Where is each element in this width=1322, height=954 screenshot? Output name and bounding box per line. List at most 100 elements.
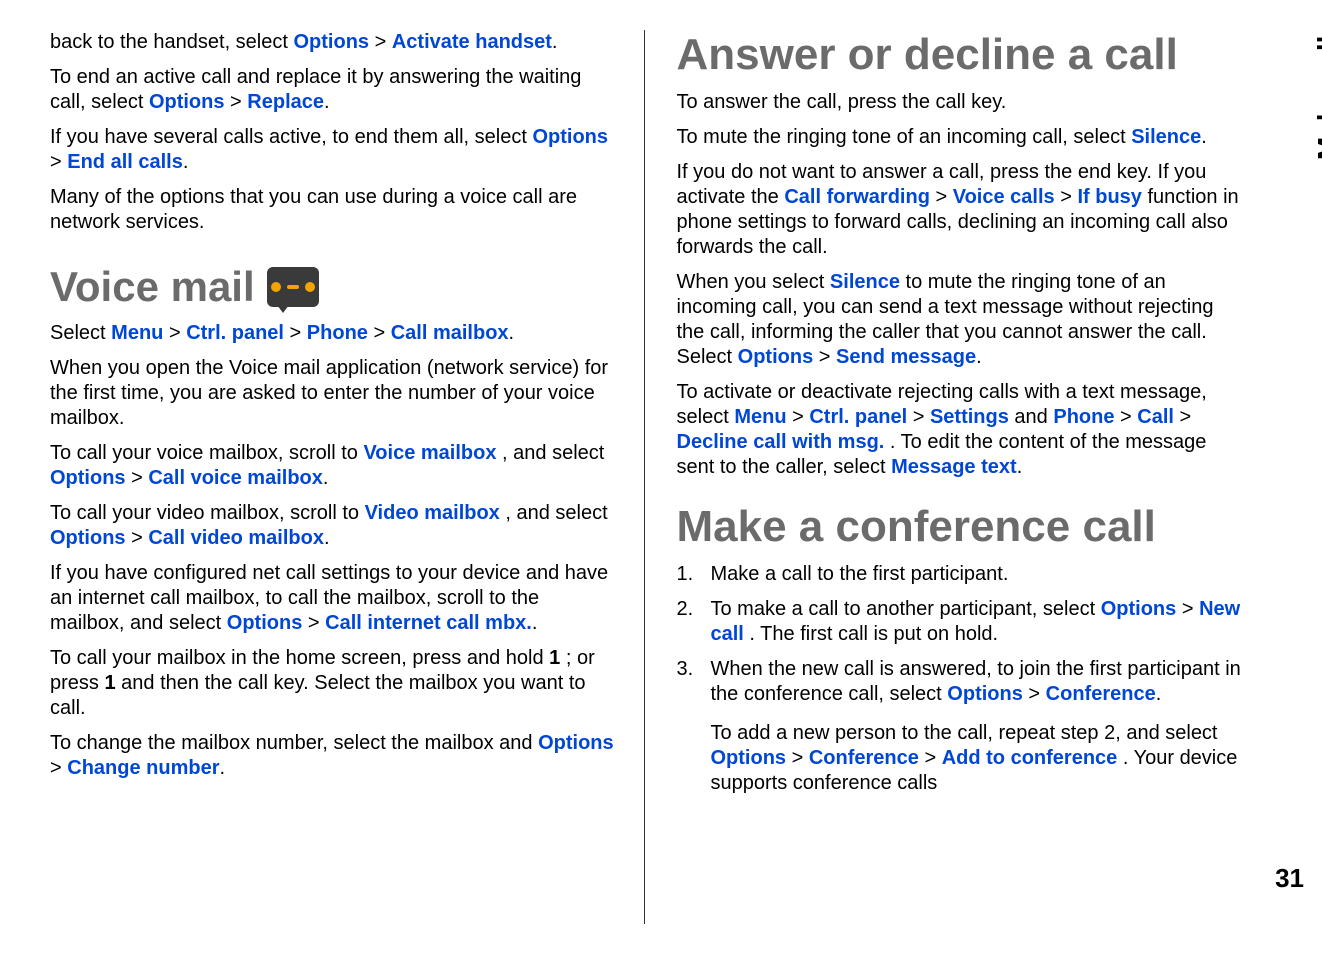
separator: >: [1182, 598, 1199, 620]
menu-path-conference: Conference: [1046, 683, 1156, 705]
menu-path-options: Options: [532, 126, 608, 148]
key-1: 1: [104, 672, 115, 694]
heading-voice-mail: Voice mail: [50, 263, 616, 311]
separator: >: [792, 406, 809, 428]
text: To change the mailbox number, select the…: [50, 732, 538, 754]
separator: >: [290, 322, 307, 344]
separator: >: [819, 346, 836, 368]
separator: >: [1028, 683, 1045, 705]
key-1: 1: [549, 647, 560, 669]
menu-path-voice-mailbox: Voice mailbox: [363, 442, 496, 464]
menu-path-options: Options: [149, 91, 225, 113]
paragraph: To call your mailbox in the home screen,…: [50, 646, 616, 721]
text: To call your video mailbox, scroll to: [50, 502, 365, 524]
right-column: Answer or decline a call To answer the c…: [675, 30, 1283, 924]
paragraph: When you open the Voice mail application…: [50, 356, 616, 431]
menu-path-end-all-calls: End all calls: [67, 151, 183, 173]
paragraph: To activate or deactivate rejecting call…: [677, 380, 1243, 480]
menu-path-conference: Conference: [809, 747, 919, 769]
menu-path-options: Options: [50, 527, 126, 549]
voicemail-icon: [267, 267, 319, 307]
menu-path-decline-call-msg: Decline call with msg.: [677, 431, 885, 453]
text: , and select: [505, 502, 607, 524]
menu-path-call-voice-mailbox: Call voice mailbox: [148, 467, 323, 489]
menu-path-options: Options: [50, 467, 126, 489]
text: To mute the ringing tone of an incoming …: [677, 126, 1132, 148]
paragraph: When you select Silence to mute the ring…: [677, 270, 1243, 370]
conference-steps: Make a call to the first participant. To…: [677, 562, 1243, 796]
menu-path-options: Options: [227, 612, 303, 634]
menu-path-phone: Phone: [1053, 406, 1114, 428]
separator: >: [308, 612, 325, 634]
text: To make a call to another participant, s…: [711, 598, 1101, 620]
separator: >: [50, 757, 67, 779]
menu-path-voice-calls: Voice calls: [953, 186, 1055, 208]
separator: >: [230, 91, 247, 113]
menu-path-options: Options: [1101, 598, 1177, 620]
separator: >: [50, 151, 67, 173]
menu-path-menu: Menu: [734, 406, 786, 428]
separator: >: [169, 322, 186, 344]
menu-path-options: Options: [711, 747, 787, 769]
heading-text: Voice mail: [50, 263, 255, 311]
separator: >: [373, 322, 390, 344]
menu-path-menu: Menu: [111, 322, 163, 344]
text: Select: [50, 322, 111, 344]
menu-path-options: Options: [738, 346, 814, 368]
separator: >: [913, 406, 930, 428]
menu-path-ctrl-panel: Ctrl. panel: [809, 406, 907, 428]
menu-path-options: Options: [538, 732, 614, 754]
text: and then the call key. Select the mailbo…: [50, 672, 586, 719]
sub-paragraph: To add a new person to the call, repeat …: [711, 721, 1243, 796]
separator: >: [131, 467, 148, 489]
list-item: Make a call to the first participant.: [677, 562, 1243, 587]
paragraph: If you do not want to answer a call, pre…: [677, 160, 1243, 260]
separator: >: [1180, 406, 1192, 428]
list-item: To make a call to another participant, s…: [677, 597, 1243, 647]
menu-path-activate-handset: Activate handset: [392, 31, 552, 53]
text: , and select: [502, 442, 604, 464]
text: . The first call is put on hold.: [749, 623, 998, 645]
text: If you have several calls active, to end…: [50, 126, 532, 148]
menu-path-options: Options: [947, 683, 1023, 705]
separator: >: [375, 31, 392, 53]
paragraph: To answer the call, press the call key.: [677, 90, 1243, 115]
paragraph: If you have several calls active, to end…: [50, 125, 616, 175]
menu-path-settings: Settings: [930, 406, 1009, 428]
text: and: [1014, 406, 1053, 428]
left-column: back to the handset, select Options > Ac…: [50, 30, 645, 924]
menu-path-message-text: Message text: [891, 456, 1017, 478]
menu-path-video-mailbox: Video mailbox: [365, 502, 500, 524]
paragraph: To change the mailbox number, select the…: [50, 731, 616, 781]
menu-path-ctrl-panel: Ctrl. panel: [186, 322, 284, 344]
text: When you select: [677, 271, 830, 293]
menu-path-silence: Silence: [1131, 126, 1201, 148]
paragraph: If you have configured net call settings…: [50, 561, 616, 636]
list-item: When the new call is answered, to join t…: [677, 657, 1243, 796]
paragraph: To end an active call and replace it by …: [50, 65, 616, 115]
separator: >: [935, 186, 952, 208]
text: To add a new person to the call, repeat …: [711, 722, 1218, 744]
menu-path-change-number: Change number: [67, 757, 219, 779]
paragraph: back to the handset, select Options > Ac…: [50, 30, 616, 55]
menu-path-call-mailbox: Call mailbox: [391, 322, 509, 344]
paragraph: Many of the options that you can use dur…: [50, 185, 616, 235]
menu-path-silence: Silence: [830, 271, 900, 293]
menu-path-if-busy: If busy: [1077, 186, 1141, 208]
heading-answer-decline: Answer or decline a call: [677, 30, 1243, 80]
paragraph: Select Menu > Ctrl. panel > Phone > Call…: [50, 321, 616, 346]
separator: >: [1120, 406, 1137, 428]
side-section-label: Make calls: [1312, 20, 1322, 160]
menu-path-phone: Phone: [307, 322, 368, 344]
paragraph: To mute the ringing tone of an incoming …: [677, 125, 1243, 150]
menu-path-call-internet-mbx: Call internet call mbx.: [325, 612, 532, 634]
separator: >: [131, 527, 148, 549]
separator: >: [1060, 186, 1077, 208]
menu-path-replace: Replace: [247, 91, 324, 113]
menu-path-options: Options: [294, 31, 370, 53]
separator: >: [792, 747, 809, 769]
text: back to the handset, select: [50, 31, 294, 53]
menu-path-call: Call: [1137, 406, 1174, 428]
separator: >: [924, 747, 941, 769]
paragraph: To call your video mailbox, scroll to Vi…: [50, 501, 616, 551]
